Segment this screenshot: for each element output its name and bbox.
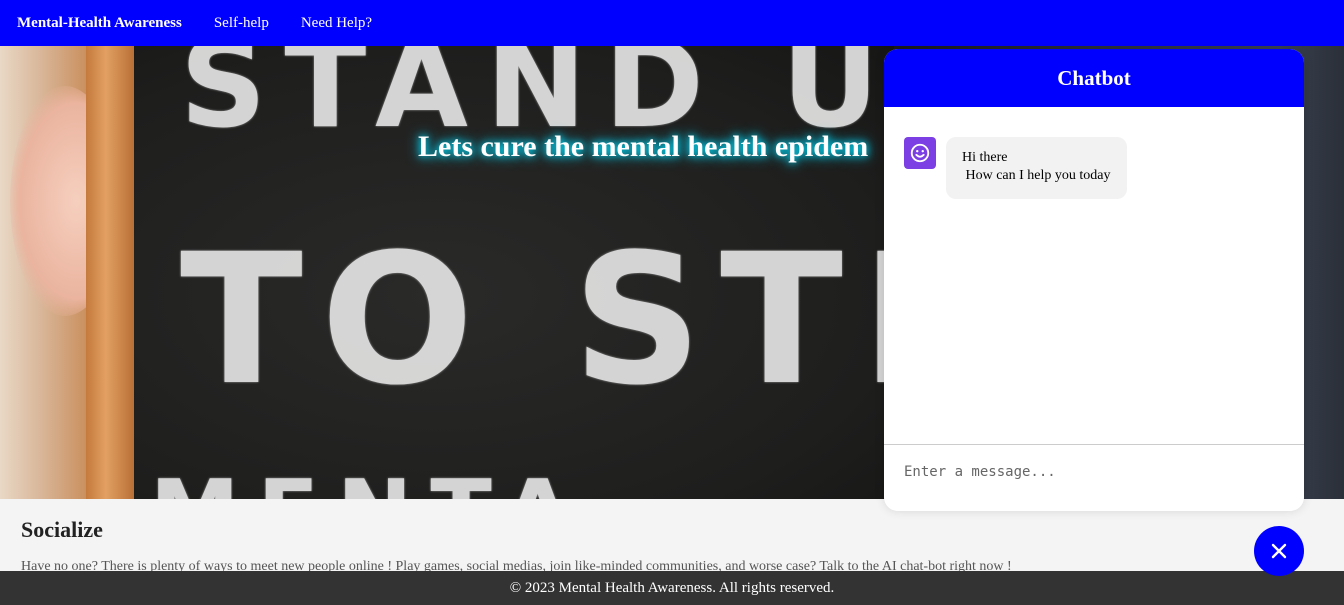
chat-message-list: Hi there How can I help you today <box>884 107 1304 445</box>
footer-text: © 2023 Mental Health Awareness. All righ… <box>509 579 835 596</box>
chatbot-header: Chatbot <box>884 49 1304 107</box>
chatbot-toggle-button[interactable] <box>1254 526 1304 576</box>
footer: © 2023 Mental Health Awareness. All righ… <box>0 571 1344 605</box>
chalkboard-frame <box>86 46 136 499</box>
chat-input-area <box>884 444 1304 511</box>
brand-logo[interactable]: Mental-Health Awareness <box>17 15 182 32</box>
nav-link-need-help[interactable]: Need Help? <box>301 15 372 32</box>
smiley-icon <box>904 137 936 169</box>
bot-message-bubble: Hi there How can I help you today <box>946 137 1127 199</box>
navbar: Mental-Health Awareness Self-help Need H… <box>0 0 1344 46</box>
nav-link-self-help[interactable]: Self-help <box>214 15 269 32</box>
hero-headline: Lets cure the mental health epidem <box>418 130 869 163</box>
section-title: Socialize <box>21 517 103 542</box>
chat-message-input[interactable] <box>902 463 1286 481</box>
chalk-line-3: MENTA <box>150 461 590 499</box>
chatbot-title: Chatbot <box>1057 65 1131 90</box>
chatbot-window: Chatbot Hi there How can I help you toda… <box>884 49 1304 511</box>
close-icon <box>1271 543 1287 559</box>
